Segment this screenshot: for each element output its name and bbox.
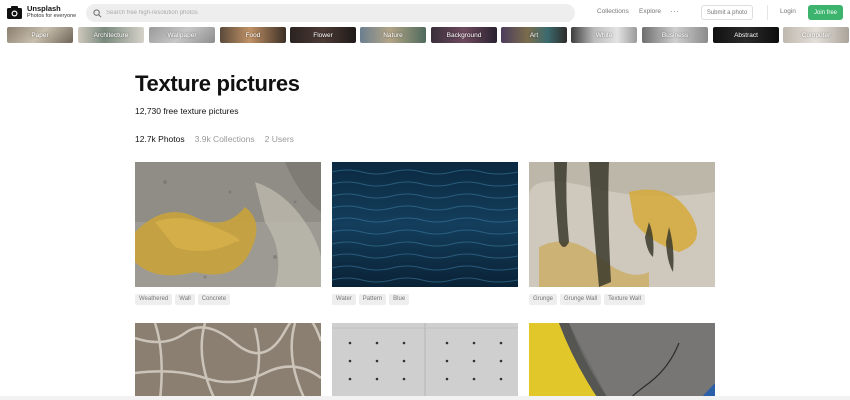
header-divider xyxy=(767,5,768,20)
tag-chip[interactable]: Concrete xyxy=(197,294,231,306)
topic-art[interactable]: Art xyxy=(501,27,567,43)
photo-image xyxy=(135,323,321,400)
topic-label: Food xyxy=(245,31,261,39)
topic-label: Nature xyxy=(383,31,403,39)
photo-card[interactable] xyxy=(135,162,321,287)
page-subtitle: 12,730 free texture pictures xyxy=(135,106,239,116)
topic-label: Paper xyxy=(31,31,49,39)
page-title: Texture pictures xyxy=(135,71,300,96)
tag-chip[interactable]: Blue xyxy=(389,294,410,306)
photo-image xyxy=(135,162,321,287)
tab-collections[interactable]: 3.9k Collections xyxy=(195,134,255,144)
topic-label: Architecture xyxy=(93,31,129,39)
topic-architecture[interactable]: Architecture xyxy=(78,27,144,43)
topic-label: Computer xyxy=(801,31,831,39)
topic-label: Abstract xyxy=(734,31,758,39)
top-navbar: Unsplash Photos for everyone Collections… xyxy=(0,0,850,26)
photo-card[interactable] xyxy=(332,323,518,400)
topic-label: Business xyxy=(661,31,689,39)
topic-label: Background xyxy=(446,31,482,39)
nav-collections-link[interactable]: Collections xyxy=(597,8,629,16)
submit-photo-button[interactable]: Submit a photo xyxy=(701,5,753,20)
topic-food[interactable]: Food xyxy=(220,27,286,43)
page-bottom-edge xyxy=(0,396,850,400)
join-free-button[interactable]: Join free xyxy=(808,5,843,20)
login-link[interactable]: Login xyxy=(780,8,796,16)
photo-image xyxy=(529,162,715,287)
topic-abstract[interactable]: Abstract xyxy=(713,27,779,43)
topic-background[interactable]: Background xyxy=(431,27,497,43)
brand[interactable]: Unsplash Photos for everyone xyxy=(27,5,76,19)
topic-business[interactable]: Business xyxy=(642,27,708,43)
tag-chip[interactable]: Pattern xyxy=(358,294,387,306)
topic-flower[interactable]: Flower xyxy=(290,27,356,43)
topic-white[interactable]: White xyxy=(571,27,637,43)
brand-tagline: Photos for everyone xyxy=(27,12,77,19)
brand-name: Unsplash xyxy=(27,4,61,13)
tag-chip[interactable]: Grunge xyxy=(529,294,558,306)
topic-computer[interactable]: Computer xyxy=(783,27,849,43)
more-options-icon[interactable]: ··· xyxy=(670,8,680,16)
photo-image xyxy=(332,162,518,287)
topic-paper[interactable]: Paper xyxy=(7,27,73,43)
photo-card[interactable] xyxy=(332,162,518,287)
tag-chip[interactable]: Wall xyxy=(175,294,195,306)
photo-tags: Weathered Wall Concrete xyxy=(135,294,231,306)
search-bar[interactable] xyxy=(86,4,575,22)
search-input[interactable] xyxy=(106,10,546,16)
photo-card[interactable] xyxy=(135,323,321,400)
tag-chip[interactable]: Grunge Wall xyxy=(560,294,602,306)
photo-tags: Water Pattern Blue xyxy=(332,294,410,306)
photo-image xyxy=(529,323,715,400)
photo-card[interactable] xyxy=(529,162,715,287)
nav-explore-link[interactable]: Explore xyxy=(639,8,661,16)
topic-label: White xyxy=(595,31,613,39)
tab-users[interactable]: 2 Users xyxy=(265,134,294,144)
camera-logo-icon[interactable] xyxy=(7,6,22,19)
search-icon xyxy=(93,8,102,17)
photo-card[interactable] xyxy=(529,323,715,400)
photo-image xyxy=(332,323,518,400)
tag-chip[interactable]: Weathered xyxy=(135,294,173,306)
photo-tags: Grunge Grunge Wall Texture Wall xyxy=(529,294,645,306)
tab-photos[interactable]: 12.7k Photos xyxy=(135,134,185,144)
topic-label: Flower xyxy=(313,31,333,39)
result-tabs: 12.7k Photos 3.9k Collections 2 Users xyxy=(135,134,294,144)
topic-wallpaper[interactable]: Wallpaper xyxy=(149,27,215,43)
topic-strip: Paper Architecture Wallpaper Food Flower… xyxy=(7,27,850,43)
tag-chip[interactable]: Texture Wall xyxy=(604,294,645,306)
tag-chip[interactable]: Water xyxy=(332,294,356,306)
topic-label: Art xyxy=(529,31,539,39)
topic-label: Wallpaper xyxy=(167,31,197,39)
topic-nature[interactable]: Nature xyxy=(360,27,426,43)
